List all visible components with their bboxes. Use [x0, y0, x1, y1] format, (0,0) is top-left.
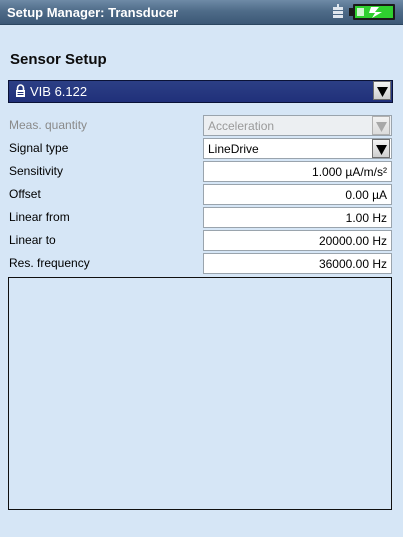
- offset-field[interactable]: 0.00 µA: [203, 184, 392, 205]
- linear-from-field[interactable]: 1.00 Hz: [203, 207, 392, 228]
- param-value: Acceleration: [208, 119, 275, 133]
- param-row-offset: Offset 0.00 µA: [9, 183, 393, 206]
- param-label: Linear from: [9, 210, 70, 224]
- param-row-linear-from: Linear from 1.00 Hz: [9, 206, 393, 229]
- param-row-linear-to: Linear to 20000.00 Hz: [9, 229, 393, 252]
- param-label: Linear to: [9, 233, 56, 247]
- signal-type-dropdown-button[interactable]: [372, 139, 390, 158]
- linear-to-field[interactable]: 20000.00 Hz: [203, 230, 392, 251]
- param-label: Signal type: [9, 141, 69, 155]
- plug-icon: [333, 4, 343, 18]
- chevron-down-icon: [376, 122, 387, 132]
- param-label: Meas. quantity: [9, 118, 88, 132]
- param-row-sensitivity: Sensitivity 1.000 µA/m/s²: [9, 160, 393, 183]
- parameter-grid: Meas. quantity Acceleration Signal type …: [9, 114, 393, 275]
- lock-icon: [16, 84, 25, 97]
- param-label: Offset: [9, 187, 41, 201]
- param-label: Res. frequency: [9, 256, 90, 270]
- title-bar: Setup Manager: Transducer: [0, 0, 403, 25]
- sensor-name: VIB 6.122: [30, 84, 88, 99]
- sensor-dropdown-button[interactable]: [373, 81, 391, 100]
- res-frequency-field[interactable]: 36000.00 Hz: [203, 253, 392, 274]
- param-label: Sensitivity: [9, 164, 64, 178]
- chevron-down-icon: [377, 87, 388, 97]
- param-value: 36000.00 Hz: [318, 257, 387, 271]
- window-title: Setup Manager: Transducer: [7, 5, 179, 20]
- param-row-res-frequency: Res. frequency 36000.00 Hz: [9, 252, 393, 275]
- param-value: 1.00 Hz: [345, 211, 387, 225]
- param-value: 0.00 µA: [345, 188, 387, 202]
- param-row-meas-quantity: Meas. quantity Acceleration: [9, 114, 393, 137]
- param-row-signal-type: Signal type LineDrive: [9, 137, 393, 160]
- chevron-down-icon: [376, 145, 387, 155]
- meas-quantity-dropdown-button: [372, 116, 390, 135]
- param-value: 20000.00 Hz: [318, 234, 387, 248]
- section-title: Sensor Setup: [10, 51, 107, 68]
- param-value: LineDrive: [208, 142, 259, 156]
- param-value: 1.000 µA/m/s²: [312, 165, 387, 179]
- sensitivity-field[interactable]: 1.000 µA/m/s²: [203, 161, 392, 182]
- battery-icon: [349, 4, 395, 20]
- sensor-selector[interactable]: VIB 6.122: [8, 80, 393, 103]
- content-panel: [8, 277, 392, 510]
- meas-quantity-select: Acceleration: [203, 115, 392, 136]
- signal-type-select[interactable]: LineDrive: [203, 138, 392, 159]
